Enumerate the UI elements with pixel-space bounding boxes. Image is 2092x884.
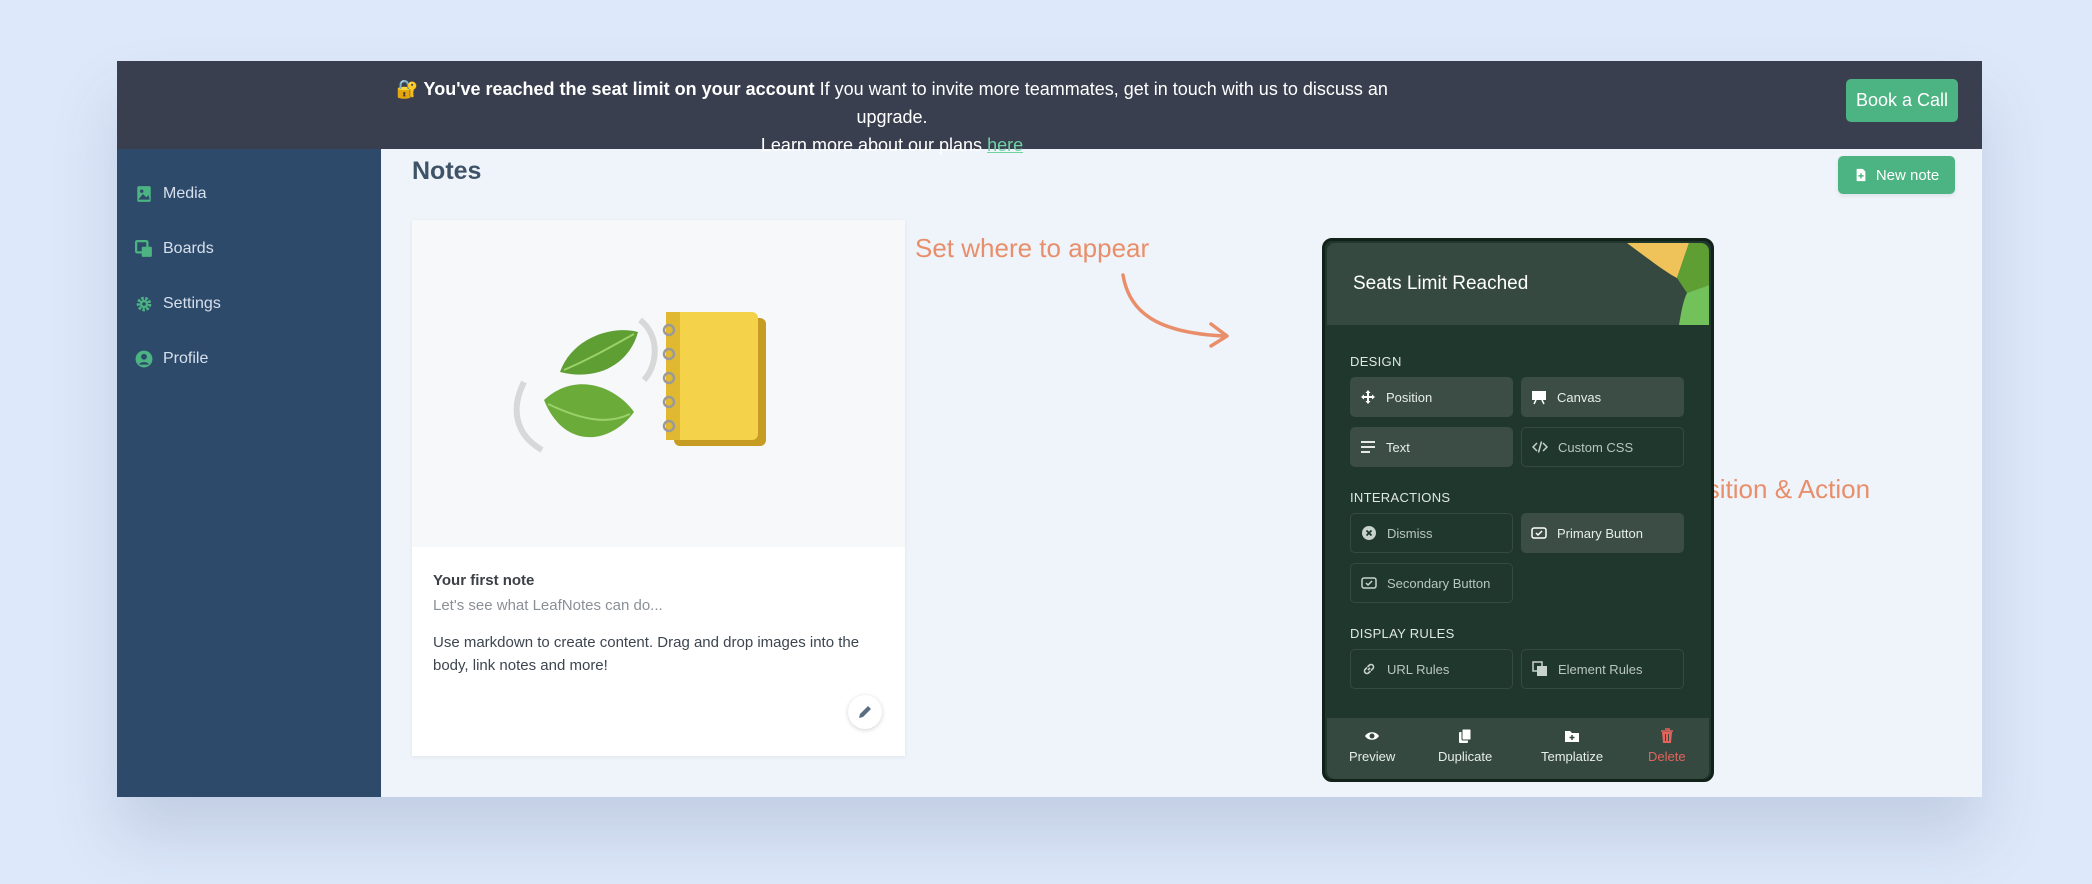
close-circle-icon <box>1361 525 1377 541</box>
footer-label: Delete <box>1648 749 1686 764</box>
url-rules-option[interactable]: URL Rules <box>1350 649 1513 689</box>
trash-icon <box>1659 728 1675 744</box>
section-interactions: INTERACTIONS <box>1350 490 1450 505</box>
page-title: Notes <box>412 157 481 186</box>
note-body: Use markdown to create content. Drag and… <box>433 631 883 677</box>
text-option[interactable]: Text <box>1350 427 1513 467</box>
corner-decoration-icon <box>1627 243 1709 325</box>
book-call-button[interactable]: Book a Call <box>1846 79 1958 122</box>
code-icon <box>1532 439 1548 455</box>
panel-header: Seats Limit Reached <box>1327 243 1709 325</box>
footer-label: Preview <box>1349 749 1395 764</box>
text-lines-icon <box>1360 439 1376 455</box>
sidebar-item-boards[interactable]: Boards <box>135 236 214 262</box>
sidebar-item-label: Profile <box>163 350 208 368</box>
sidebar-item-media[interactable]: Media <box>135 181 207 207</box>
sidebar-item-label: Settings <box>163 295 221 313</box>
element-rules-option[interactable]: Element Rules <box>1521 649 1684 689</box>
primary-button-option[interactable]: Primary Button <box>1521 513 1684 553</box>
position-option[interactable]: Position <box>1350 377 1513 417</box>
option-label: Primary Button <box>1557 526 1643 541</box>
canvas-option[interactable]: Canvas <box>1521 377 1684 417</box>
copy-squares-icon <box>1532 661 1548 677</box>
button-check-icon <box>1531 525 1547 541</box>
image-icon <box>135 185 153 203</box>
duplicate-icon <box>1457 728 1473 744</box>
option-label: Dismiss <box>1387 526 1433 541</box>
lock-emoji-icon: 🔐 <box>396 79 418 99</box>
panel-footer: Preview Duplicate Templatize Delete <box>1327 718 1709 779</box>
boards-icon <box>135 240 153 258</box>
templatize-action[interactable]: Templatize <box>1541 728 1603 764</box>
arrow-left-annotation-icon <box>1115 271 1235 351</box>
option-label: Text <box>1386 440 1410 455</box>
sidebar: Media Boards Settings Profile <box>117 149 381 797</box>
folder-plus-icon <box>1564 728 1580 744</box>
gear-icon <box>135 295 153 313</box>
canvas-icon <box>1531 389 1547 405</box>
app-window: 🔐 You've reached the seat limit on your … <box>117 61 1982 797</box>
sidebar-item-profile[interactable]: Profile <box>135 346 208 372</box>
sidebar-item-label: Media <box>163 185 207 203</box>
section-design: DESIGN <box>1350 354 1402 369</box>
option-label: Element Rules <box>1558 662 1643 677</box>
note-plus-icon <box>1854 168 1868 182</box>
button-check-icon <box>1361 575 1377 591</box>
new-note-label: New note <box>1876 167 1939 184</box>
preview-action[interactable]: Preview <box>1349 728 1395 764</box>
delete-action[interactable]: Delete <box>1648 728 1686 764</box>
note-cover-image <box>412 220 905 547</box>
option-label: Secondary Button <box>1387 576 1490 591</box>
banner-message: 🔐 You've reached the seat limit on your … <box>367 75 1417 159</box>
banner-body: If you want to invite more teammates, ge… <box>815 79 1388 127</box>
option-label: Position <box>1386 390 1432 405</box>
option-label: Custom CSS <box>1558 440 1633 455</box>
edit-note-button[interactable] <box>848 695 882 729</box>
move-arrows-icon <box>1360 389 1376 405</box>
link-icon <box>1361 661 1377 677</box>
pencil-icon <box>857 704 873 720</box>
panel-title: Seats Limit Reached <box>1353 273 1528 295</box>
sidebar-item-label: Boards <box>163 240 214 258</box>
dismiss-option[interactable]: Dismiss <box>1350 513 1513 553</box>
user-icon <box>135 350 153 368</box>
eye-icon <box>1364 728 1380 744</box>
option-label: Canvas <box>1557 390 1601 405</box>
note-subtitle: Let's see what LeafNotes can do... <box>433 597 663 614</box>
option-label: URL Rules <box>1387 662 1449 677</box>
section-display-rules: DISPLAY RULES <box>1350 626 1455 641</box>
annotation-left: Set where to appear <box>915 233 1149 264</box>
secondary-button-option[interactable]: Secondary Button <box>1350 563 1513 603</box>
main-content: Notes New note <box>381 149 1982 797</box>
seat-limit-banner: 🔐 You've reached the seat limit on your … <box>117 61 1982 149</box>
leaf-notebook-illustration <box>412 220 905 547</box>
duplicate-action[interactable]: Duplicate <box>1438 728 1492 764</box>
new-note-button[interactable]: New note <box>1838 156 1955 194</box>
note-title: Your first note <box>433 572 534 589</box>
footer-label: Templatize <box>1541 749 1603 764</box>
note-card[interactable]: Your first note Let's see what LeafNotes… <box>412 220 905 756</box>
note-settings-panel: Seats Limit Reached DESIGN Position Canv… <box>1322 238 1714 782</box>
sidebar-item-settings[interactable]: Settings <box>135 291 221 317</box>
banner-headline: You've reached the seat limit on your ac… <box>424 79 815 99</box>
custom-css-option[interactable]: Custom CSS <box>1521 427 1684 467</box>
footer-label: Duplicate <box>1438 749 1492 764</box>
